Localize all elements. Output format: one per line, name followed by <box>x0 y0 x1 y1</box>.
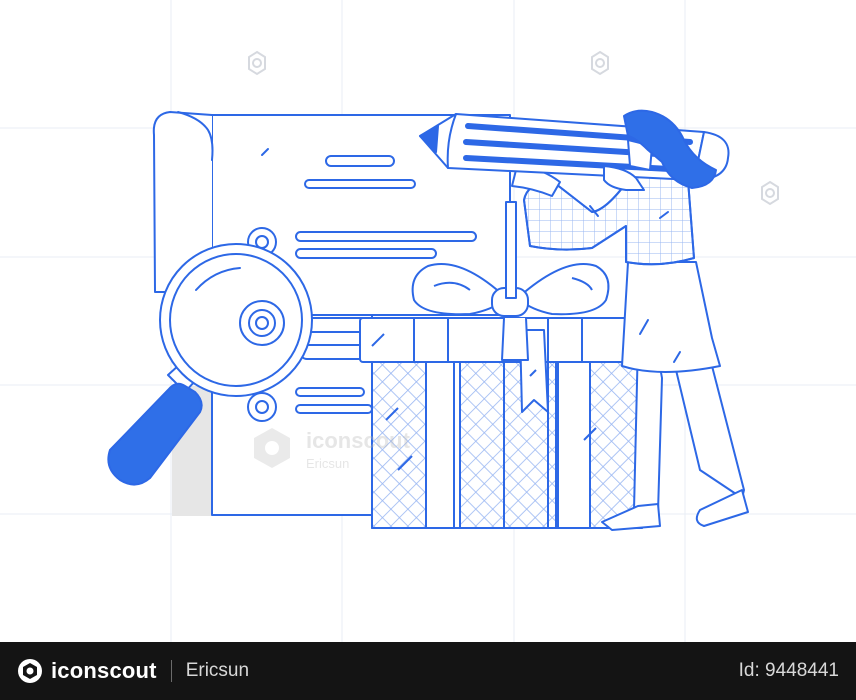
footer-divider <box>170 660 172 682</box>
footer-brand-name: iconscout <box>51 658 157 683</box>
illustration-svg: iconscout Ericsun <box>0 0 856 642</box>
watermark-brand: iconscout <box>306 428 411 453</box>
watermark-author: Ericsun <box>306 456 349 471</box>
iconscout-logo-icon <box>18 659 42 683</box>
footer-brand[interactable]: iconscout <box>17 658 157 684</box>
footer-bar: iconscout Ericsun Id: 9448441 <box>0 642 856 700</box>
watermark-badge-1 <box>248 50 266 76</box>
watermark-badge-3 <box>761 180 779 206</box>
illustration-stage: iconscout Ericsun <box>0 0 856 642</box>
footer-author[interactable]: Ericsun <box>186 660 249 682</box>
footer-asset-id: Id: 9448441 <box>738 660 839 681</box>
watermark-badge-2 <box>591 50 609 76</box>
